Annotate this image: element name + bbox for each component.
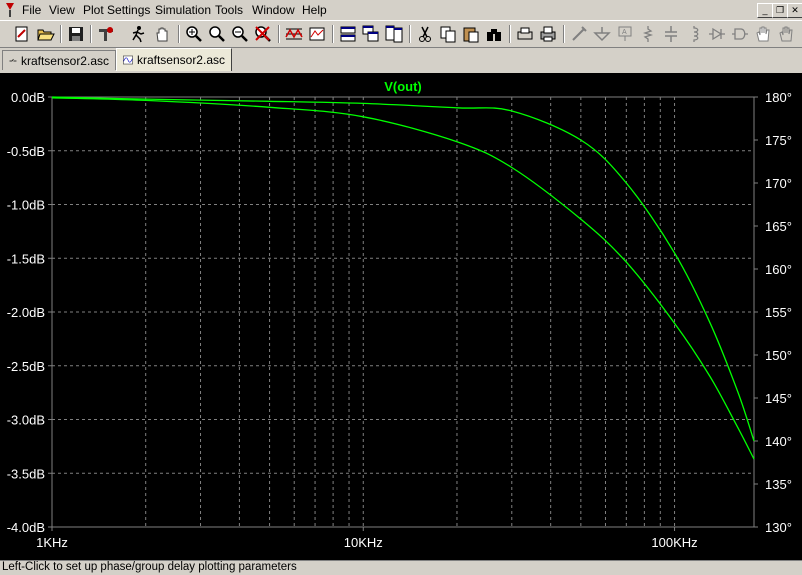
label-net-icon[interactable]: A <box>615 24 635 44</box>
y2-tick-label: 140° <box>765 434 792 449</box>
y-tick-label: -3.0dB <box>7 413 45 428</box>
close-icon[interactable]: ✕ <box>787 3 802 18</box>
tab-schematic[interactable]: kraftsensor2.asc <box>2 50 116 70</box>
y2-tick-label: 160° <box>765 262 792 277</box>
y2-tick-label: 170° <box>765 176 792 191</box>
zoom-area-icon[interactable] <box>207 24 227 44</box>
y2-tick-label: 175° <box>765 133 792 148</box>
waveform-icon <box>123 55 133 65</box>
y2-tick-label: 155° <box>765 305 792 320</box>
y-tick-label: -3.5dB <box>7 466 45 481</box>
print-setup-icon[interactable] <box>515 24 535 44</box>
ground-icon[interactable] <box>592 24 612 44</box>
status-text: Left-Click to set up phase/group delay p… <box>2 561 297 573</box>
y2-tick-label: 145° <box>765 391 792 406</box>
component-icon[interactable] <box>730 24 750 44</box>
y-tick-label: -2.0dB <box>7 305 45 320</box>
pick-visible-traces-icon[interactable] <box>307 24 327 44</box>
move-icon[interactable] <box>753 24 773 44</box>
tab-waveform-label: kraftsensor2.asc <box>136 53 225 67</box>
y-tick-label: -1.0dB <box>7 198 45 213</box>
tile-vertical-icon[interactable] <box>384 24 404 44</box>
capacitor-icon[interactable] <box>661 24 681 44</box>
x-tick-label: 10KHz <box>344 535 383 550</box>
y2-tick-label: 135° <box>765 477 792 492</box>
run-icon[interactable] <box>128 24 148 44</box>
menu-simulation[interactable]: Simulation <box>155 3 211 17</box>
inductor-icon[interactable] <box>684 24 704 44</box>
schematic-icon <box>9 58 17 61</box>
x-tick-label: 1KHz <box>36 535 68 550</box>
halt-icon[interactable] <box>152 24 172 44</box>
resistor-icon[interactable] <box>638 24 658 44</box>
tile-horizontal-icon[interactable] <box>338 24 358 44</box>
zoom-cancel-icon[interactable] <box>253 24 273 44</box>
x-tick-label: 100KHz <box>651 535 697 550</box>
y2-tick-label: 165° <box>765 219 792 234</box>
print-icon[interactable] <box>538 24 558 44</box>
y-tick-label: -0.5dB <box>7 144 45 159</box>
menu-help[interactable]: Help <box>302 3 327 17</box>
new-schematic-icon[interactable] <box>12 24 32 44</box>
bode-plot[interactable]: 0.0dB -0.5dB -1.0dB -1.5dB -2.0dB -2.5dB -3.0d… <box>0 73 802 560</box>
y-tick-label: 0.0dB <box>11 90 45 105</box>
minimize-icon[interactable]: _ <box>757 3 773 18</box>
menu-tools[interactable]: Tools <box>215 3 243 17</box>
trace-title: V(out) <box>384 79 422 94</box>
zoom-out-icon[interactable] <box>230 24 250 44</box>
paste-icon[interactable] <box>461 24 481 44</box>
toolbar: A <box>0 20 802 48</box>
y-tick-label: -1.5dB <box>7 251 45 266</box>
y-tick-label: -4.0dB <box>7 520 45 535</box>
open-icon[interactable] <box>36 24 56 44</box>
menu-bar: File View Plot Settings Simulation Tools… <box>0 0 802 20</box>
cascade-icon[interactable] <box>361 24 381 44</box>
y-tick-label: -2.5dB <box>7 359 45 374</box>
autoscale-icon[interactable] <box>284 24 304 44</box>
tab-bar: kraftsensor2.asc kraftsensor2.asc <box>0 48 802 72</box>
drag-icon[interactable] <box>776 24 796 44</box>
menu-view[interactable]: View <box>49 3 75 17</box>
svg-text:A: A <box>622 29 627 36</box>
find-icon[interactable] <box>484 24 504 44</box>
ltspice-app-icon[interactable] <box>3 2 17 18</box>
y2-tick-label: 150° <box>765 348 792 363</box>
tab-schematic-label: kraftsensor2.asc <box>20 53 109 68</box>
status-bar: Left-Click to set up phase/group delay p… <box>0 560 802 575</box>
save-icon[interactable] <box>66 24 86 44</box>
menu-window[interactable]: Window <box>252 3 295 17</box>
restore-icon[interactable]: ❐ <box>772 3 788 18</box>
cut-icon[interactable] <box>415 24 435 44</box>
menu-file[interactable]: File <box>22 3 41 17</box>
diode-icon[interactable] <box>707 24 727 44</box>
tab-waveform[interactable]: kraftsensor2.asc <box>116 48 232 71</box>
waveform-viewer[interactable]: 0.0dB -0.5dB -1.0dB -1.5dB -2.0dB -2.5dB -3.0d… <box>0 73 802 560</box>
y2-tick-label: 180° <box>765 90 792 105</box>
control-panel-icon[interactable] <box>96 24 116 44</box>
menu-plot-settings[interactable]: Plot Settings <box>83 3 150 17</box>
copy-icon[interactable] <box>438 24 458 44</box>
wire-icon[interactable] <box>569 24 589 44</box>
y2-tick-label: 130° <box>765 520 792 535</box>
zoom-in-icon[interactable] <box>184 24 204 44</box>
